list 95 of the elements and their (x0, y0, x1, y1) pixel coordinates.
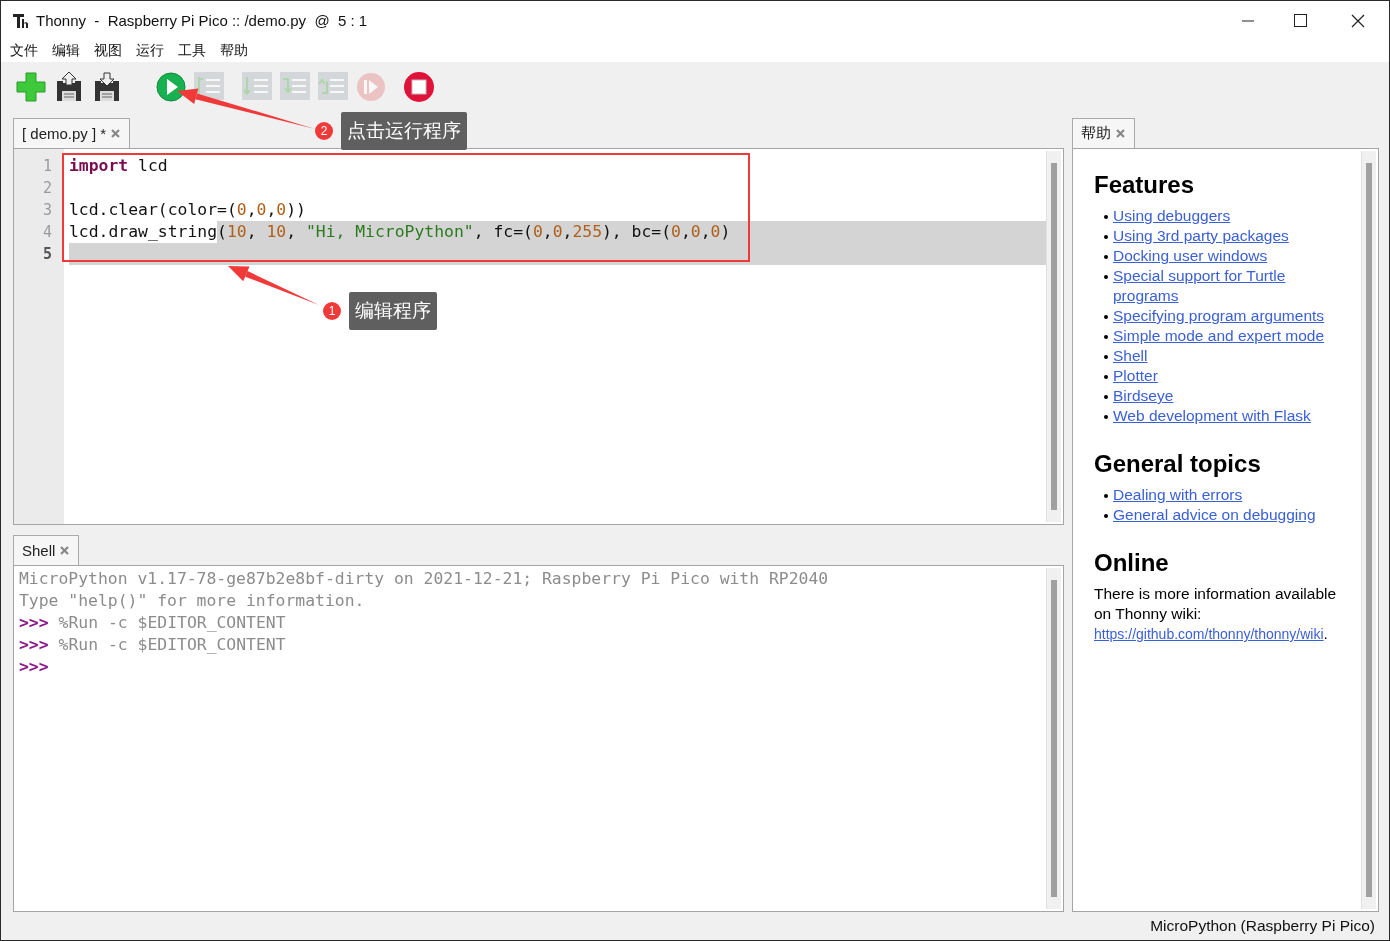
code-token: , (542, 221, 553, 243)
window-title: Thonny - Raspberry Pi Pico :: /demo.py @ 5 : 1 (36, 12, 369, 29)
help-link[interactable]: Special support for Turtle programs (1113, 266, 1349, 306)
line-number: 2 (41, 178, 53, 199)
code-token: lcd (137, 155, 168, 177)
code-token: )) (286, 199, 306, 221)
code-token: , fc=( (473, 221, 533, 243)
bullet-icon (1104, 514, 1108, 518)
scrollbar[interactable] (1046, 568, 1061, 909)
bullet-icon (1104, 215, 1108, 219)
shell-output: MicroPython v1.17-78-ge87b2e8bf-dirty on 2021-12-21; Raspberry Pi Pico with RP2040 (19, 568, 829, 590)
line-number: 3 (41, 200, 53, 221)
bullet-icon (1104, 255, 1108, 259)
bullet-icon (1104, 335, 1108, 339)
help-link[interactable]: Simple mode and expert mode (1113, 326, 1325, 346)
menu-item[interactable]: 文件 (3, 42, 45, 60)
bullet-icon (1104, 355, 1108, 359)
code-token: 0 (710, 221, 721, 243)
step-number-badge: 2 (315, 122, 333, 140)
bullet-icon (1104, 235, 1108, 239)
bullet-icon (1104, 275, 1108, 279)
code-token: ), bc=( (602, 221, 672, 243)
bullet-icon (1104, 415, 1108, 419)
close-icon[interactable] (59, 545, 71, 556)
code-token: lcd.draw_string (69, 221, 218, 243)
help-paragraph: There is more information available on Thonny wiki: https://github.com/thonny/thonny/wiki. (1094, 584, 1338, 644)
bullet-icon (1104, 494, 1108, 498)
code-token: 0 (532, 221, 543, 243)
help-link[interactable]: Web development with Flask (1113, 406, 1311, 426)
code-token: , (286, 221, 306, 243)
app-logo-icon (12, 11, 30, 30)
help-link[interactable]: Shell (1113, 346, 1148, 366)
code-token: 0 (552, 221, 563, 243)
code-token: lcd.clear(color=( (69, 199, 237, 221)
shell-prompt: >>> (19, 634, 49, 656)
plus-icon[interactable] (15, 71, 47, 103)
code-token: 0 (276, 199, 287, 221)
menu-item[interactable]: 视图 (87, 42, 129, 60)
stop-icon[interactable] (403, 71, 435, 103)
menu-item[interactable]: 编辑 (45, 42, 87, 60)
menu-item[interactable]: 运行 (129, 42, 171, 60)
shell-panel[interactable]: MicroPython v1.17-78-ge87b2e8bf-dirty on 2021-12-21; Raspberry Pi Pico with RP2040 Type "help()" for more information. >>> %Run -c $EDITOR_CONTENT >>> %Run -c $EDITOR_CONTENT >>> (13, 565, 1064, 912)
shell-output: Type "help()" for more information. (19, 590, 365, 612)
bullet-icon (1104, 375, 1108, 379)
code-token: 0 (690, 221, 701, 243)
shell-command: %Run -c $EDITOR_CONTENT (58, 634, 286, 656)
line-number: 5 (41, 244, 53, 265)
line-number: 4 (41, 222, 53, 243)
menu-item[interactable]: 帮助 (213, 42, 255, 60)
shell-prompt: >>> (19, 656, 49, 678)
scrollbar[interactable] (1361, 151, 1376, 909)
code-token: 0 (236, 199, 247, 221)
help-link[interactable]: Docking user windows (1113, 246, 1268, 266)
code-token: ( (217, 221, 227, 243)
code-token: 255 (572, 221, 602, 243)
help-link[interactable]: Birdseye (1113, 386, 1174, 406)
section-heading: General topics (1094, 450, 1262, 478)
code-token: 0 (671, 221, 681, 243)
code-token: , (266, 199, 277, 221)
help-link[interactable]: General advice on debugging (1113, 505, 1316, 525)
code-token: , (246, 199, 257, 221)
code-token: , (246, 221, 267, 243)
help-link[interactable]: Using 3rd party packages (1113, 226, 1289, 246)
code-token: "Hi, MicroPython" (305, 221, 474, 243)
code-token: import (69, 155, 129, 177)
close-icon[interactable] (1115, 128, 1126, 139)
menu-item[interactable]: 工具 (171, 42, 213, 60)
shell-command: %Run -c $EDITOR_CONTENT (58, 612, 286, 634)
help-link[interactable]: Plotter (1113, 366, 1158, 386)
code-token: 0 (256, 199, 267, 221)
wiki-link[interactable]: https://github.com/thonny/thonny/wiki (1094, 626, 1324, 642)
section-heading: Features (1094, 171, 1196, 199)
code-token: , (562, 221, 573, 243)
close-icon[interactable] (110, 128, 122, 139)
tab[interactable]: [ demo.py ] * (13, 118, 131, 148)
tab[interactable]: 帮助 (1072, 118, 1135, 148)
callout-label: 点击运行程序 (341, 112, 467, 150)
run-icon[interactable] (155, 71, 187, 103)
tab[interactable]: Shell (13, 535, 80, 565)
code-token: 10 (266, 221, 287, 243)
code-token: 10 (226, 221, 247, 243)
shell-prompt: >>> (19, 612, 49, 634)
line-number: 1 (41, 156, 53, 177)
bullet-icon (1104, 315, 1108, 319)
bullet-icon (1104, 395, 1108, 399)
callout-label: 编辑程序 (349, 292, 437, 330)
help-link[interactable]: Specifying program arguments (1113, 306, 1325, 326)
help-link[interactable]: Dealing with errors (1113, 485, 1243, 505)
code-token: , (680, 221, 691, 243)
section-heading: Online (1094, 549, 1170, 577)
code-token: ) (720, 221, 731, 243)
scrollbar[interactable] (1046, 151, 1061, 522)
help-link[interactable]: Using debuggers (1113, 206, 1231, 226)
code-token: , (700, 221, 711, 243)
status-text: MicroPython (Raspberry Pi Pico) (1150, 917, 1375, 935)
